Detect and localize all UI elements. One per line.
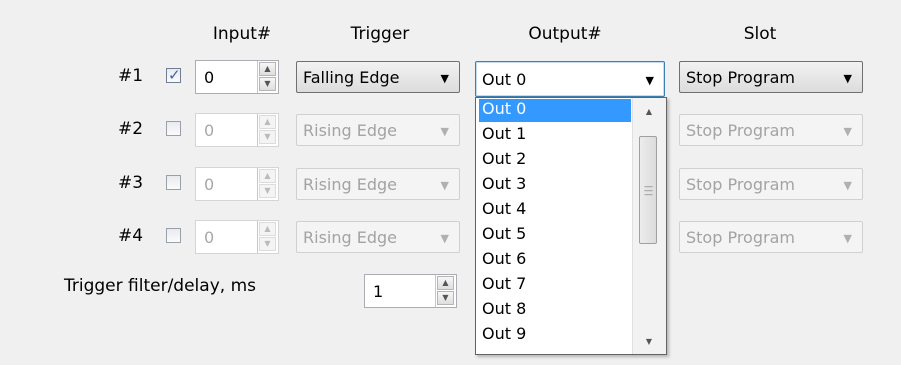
dropdown-option-out-6[interactable]: Out 6 [479, 249, 631, 272]
row-1-output-value: Out 0 [482, 70, 527, 89]
dropdown-option-out-2[interactable]: Out 2 [479, 149, 631, 172]
row-2-checkbox[interactable] [166, 121, 181, 136]
dropdown-option-out-8[interactable]: Out 8 [479, 299, 631, 322]
row-3-input-spinbox[interactable]: 0 ▲ ▼ [195, 167, 279, 201]
dropdown-option-out-1[interactable]: Out 1 [479, 124, 631, 147]
spin-down-icon[interactable]: ▼ [259, 237, 276, 251]
filter-delay-spinbox[interactable]: 1 ▲ ▼ [364, 274, 457, 308]
chevron-down-icon: ▼ [440, 232, 449, 245]
row-2-trigger-value: Rising Edge [303, 121, 397, 140]
row-1-trigger-value: Falling Edge [303, 68, 400, 87]
row-2-label: #2 [118, 119, 144, 139]
row-2-input-spinbox[interactable]: 0 ▲ ▼ [195, 113, 279, 147]
row-4-trigger-value: Rising Edge [303, 228, 397, 247]
dropdown-scrollbar[interactable]: ▲ — — — ▼ [632, 98, 666, 354]
row-3-slot-value: Stop Program [686, 175, 795, 194]
row-4-input-spinbox[interactable]: 0 ▲ ▼ [195, 220, 279, 254]
row-4-input-value: 0 [204, 228, 215, 247]
row-1-checkbox[interactable]: ✓ [166, 66, 181, 84]
row-1-input-spinbox[interactable]: 0 ▲ ▼ [195, 60, 279, 94]
groupbox-frame-fragment [30, 0, 56, 6]
row-3-trigger-value: Rising Edge [303, 175, 397, 194]
spin-down-icon[interactable]: ▼ [259, 77, 276, 91]
row-2-slot-value: Stop Program [686, 121, 795, 140]
grip-icon: — — — [644, 182, 653, 200]
row-3-checkbox[interactable] [166, 175, 181, 190]
chevron-down-icon: ▼ [440, 125, 449, 138]
spin-down-icon[interactable]: ▼ [259, 130, 276, 144]
chevron-down-icon: ▼ [440, 179, 449, 192]
row-1-slot-combo[interactable]: Stop Program ▼ [679, 61, 863, 93]
header-output: Output# [528, 24, 602, 44]
row-3-trigger-combo[interactable]: Rising Edge ▼ [296, 168, 460, 200]
chevron-down-icon: ▼ [843, 179, 852, 192]
row-1-trigger-combo[interactable]: Falling Edge ▼ [296, 61, 460, 93]
scroll-down-icon[interactable]: ▼ [633, 332, 665, 352]
dropdown-option-out-9[interactable]: Out 9 [479, 324, 631, 347]
spin-up-icon[interactable]: ▲ [259, 222, 276, 236]
header-input: Input# [212, 24, 272, 44]
header-trigger: Trigger [350, 24, 410, 44]
header-slot: Slot [743, 24, 777, 44]
spin-up-icon[interactable]: ▲ [259, 62, 276, 76]
row-4-checkbox[interactable] [166, 228, 181, 243]
chevron-down-icon: ▼ [645, 74, 654, 87]
chevron-down-icon: ▼ [440, 72, 449, 85]
dropdown-option-out-4[interactable]: Out 4 [479, 199, 631, 222]
row-3-label: #3 [118, 173, 144, 193]
chevron-down-icon: ▼ [843, 125, 852, 138]
spin-up-icon[interactable]: ▲ [259, 115, 276, 129]
spin-down-icon[interactable]: ▼ [259, 184, 276, 198]
scrollbar-thumb[interactable]: — — — [639, 136, 657, 244]
checkmark-icon: ✓ [168, 66, 181, 84]
dropdown-option-out-7[interactable]: Out 7 [479, 274, 631, 297]
spin-up-icon[interactable]: ▲ [259, 169, 276, 183]
row-1-label: #1 [118, 66, 144, 86]
row-4-slot-value: Stop Program [686, 228, 795, 247]
filter-delay-value: 1 [373, 282, 384, 301]
row-4-label: #4 [118, 226, 144, 246]
output-dropdown-list[interactable]: Out 0 Out 1 Out 2 Out 3 Out 4 Out 5 Out … [475, 97, 667, 355]
row-4-slot-combo[interactable]: Stop Program ▼ [679, 221, 863, 253]
dropdown-option-out-5[interactable]: Out 5 [479, 224, 631, 247]
dropdown-option-out-0[interactable]: Out 0 [479, 99, 631, 122]
row-2-input-value: 0 [204, 121, 215, 140]
row-2-slot-combo[interactable]: Stop Program ▼ [679, 114, 863, 146]
filter-delay-label: Trigger filter/delay, ms [64, 276, 256, 296]
spin-down-icon[interactable]: ▼ [437, 291, 454, 305]
dropdown-option-out-3[interactable]: Out 3 [479, 174, 631, 197]
row-3-input-value: 0 [204, 175, 215, 194]
row-1-slot-value: Stop Program [686, 68, 795, 87]
row-3-slot-combo[interactable]: Stop Program ▼ [679, 168, 863, 200]
spin-up-icon[interactable]: ▲ [437, 276, 454, 290]
row-1-input-value: 0 [204, 68, 215, 87]
scroll-up-icon[interactable]: ▲ [633, 102, 665, 122]
row-4-trigger-combo[interactable]: Rising Edge ▼ [296, 221, 460, 253]
row-1-output-combo[interactable]: Out 0 ▼ [475, 61, 665, 97]
chevron-down-icon: ▼ [843, 232, 852, 245]
row-2-trigger-combo[interactable]: Rising Edge ▼ [296, 114, 460, 146]
chevron-down-icon: ▼ [843, 72, 852, 85]
